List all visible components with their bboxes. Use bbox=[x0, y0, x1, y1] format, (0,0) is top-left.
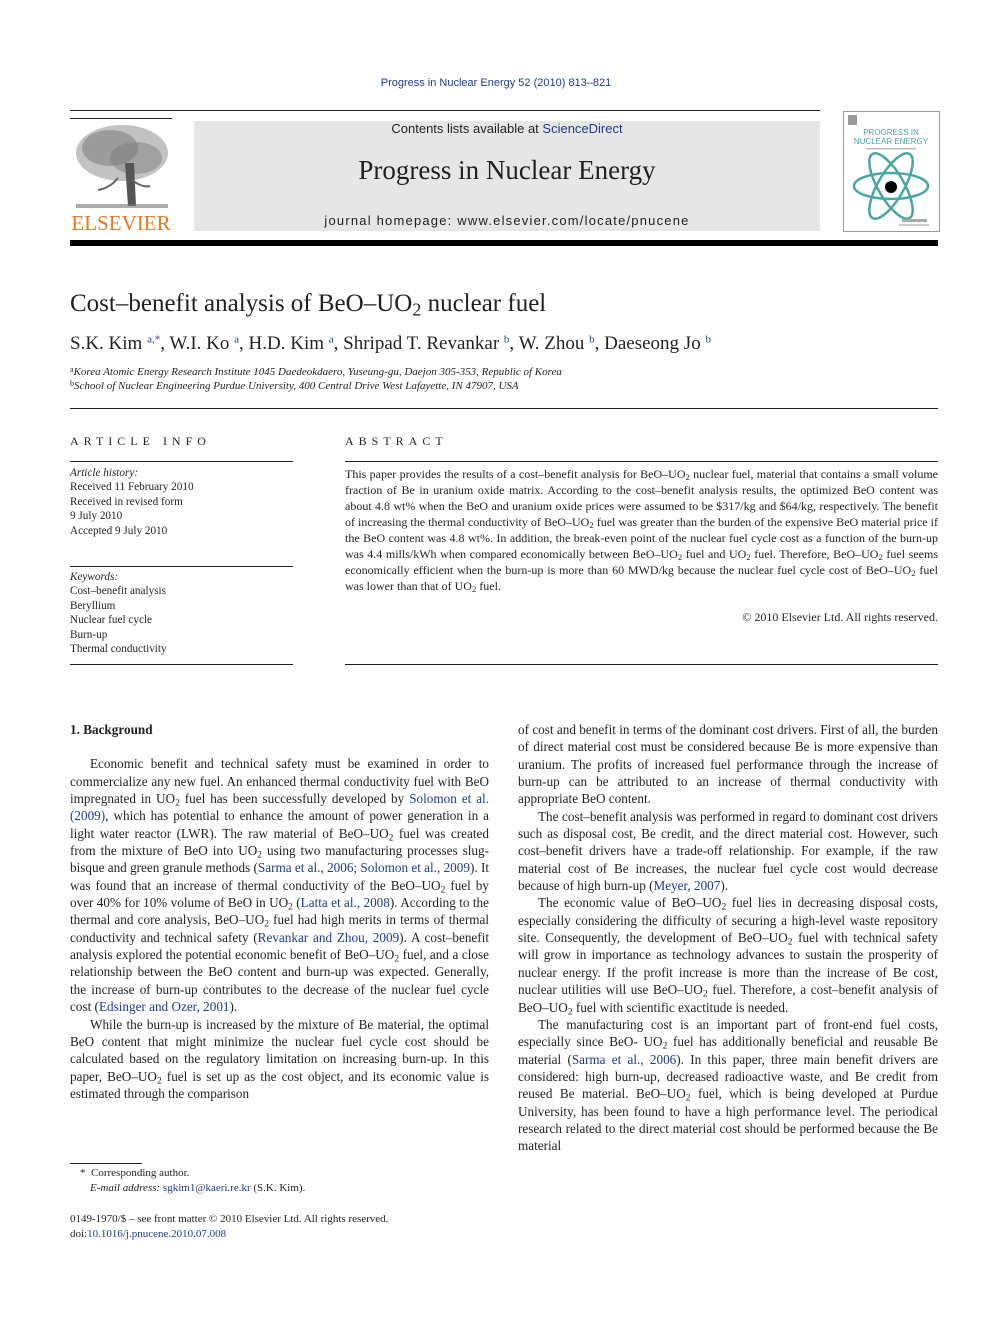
right-paragraphs: of cost and benefit in terms of the domi… bbox=[518, 721, 938, 1155]
doi-link[interactable]: 10.1016/j.pnucene.2010.07.008 bbox=[87, 1228, 226, 1240]
abstract-segment: This paper provides the results of a cos… bbox=[345, 467, 686, 481]
affiliation-b: bSchool of Nuclear Engineering Purdue Un… bbox=[70, 378, 519, 392]
paragraph: The manufacturing cost is an important p… bbox=[518, 1016, 938, 1155]
section-divider bbox=[70, 408, 938, 409]
citation-link[interactable]: Edsinger and Ozer, 2001 bbox=[99, 999, 230, 1014]
email-link[interactable]: sgkim1@kaeri.re.kr bbox=[163, 1182, 251, 1194]
text-run: of cost and benefit in terms of the domi… bbox=[518, 722, 938, 807]
divider bbox=[70, 664, 293, 665]
author: Shripad T. Revankar b, bbox=[343, 333, 519, 354]
elsevier-tree-icon: ELSEVIER bbox=[70, 118, 172, 235]
paragraph: The cost–benefit analysis was performed … bbox=[518, 808, 938, 895]
history-item: 9 July 2010 bbox=[70, 510, 123, 523]
history-item: Received 11 February 2010 bbox=[70, 481, 194, 494]
history-item: Received in revised form bbox=[70, 495, 183, 508]
doi-line: doi:10.1016/j.pnucene.2010.07.008 bbox=[70, 1227, 227, 1240]
footnote-rule bbox=[70, 1163, 142, 1164]
affiliation-link[interactable]: b bbox=[589, 333, 595, 345]
author: S.K. Kim a,*, bbox=[70, 333, 170, 354]
journal-cover-thumbnail[interactable]: PROGRESS IN NUCLEAR ENERGY bbox=[843, 111, 940, 232]
divider bbox=[70, 461, 293, 462]
article-info-heading: ARTICLE INFO bbox=[70, 434, 211, 448]
abstract-segment: fuel. bbox=[476, 579, 501, 593]
front-matter: 0149-1970/$ – see front matter © 2010 El… bbox=[70, 1212, 388, 1241]
affiliation-link[interactable]: a,* bbox=[147, 333, 160, 345]
body-column-right: of cost and benefit in terms of the domi… bbox=[518, 721, 938, 1155]
keyword: Cost–benefit analysis bbox=[70, 585, 167, 598]
keyword: Nuclear fuel cycle bbox=[70, 614, 152, 627]
keywords-label: Keywords: bbox=[70, 571, 119, 583]
contents-prefix: Contents lists available at bbox=[391, 121, 543, 136]
paragraph: of cost and benefit in terms of the domi… bbox=[518, 721, 938, 808]
keyword: Burn-up bbox=[70, 628, 108, 641]
abstract-text: This paper provides the results of a cos… bbox=[345, 466, 938, 594]
contents-line: Contents lists available at ScienceDirec… bbox=[194, 121, 820, 136]
citation-link[interactable]: Revankar and Zhou, 2009 bbox=[258, 930, 400, 945]
divider bbox=[345, 461, 938, 462]
author: H.D. Kim a, bbox=[248, 333, 344, 354]
atom-icon: PROGRESS IN NUCLEAR ENERGY bbox=[848, 115, 930, 226]
citation-link[interactable]: Meyer, 2007 bbox=[654, 878, 721, 893]
history-label: Article history: bbox=[70, 467, 139, 479]
affiliation-link[interactable]: b bbox=[705, 333, 711, 345]
corresponding-author-note: * Corresponding author. bbox=[80, 1167, 190, 1179]
article-history: Article history: Received 11 February 20… bbox=[70, 466, 293, 538]
text-run: The economic value of BeO–UO bbox=[538, 895, 722, 911]
left-paragraphs: Economic benefit and technical safety mu… bbox=[70, 755, 489, 1102]
abstract-segment: fuel. Therefore, BeO–UO bbox=[750, 547, 879, 561]
affiliation-a: aKorea Atomic Energy Research Institute … bbox=[70, 364, 562, 378]
paragraph: The economic value of BeO–UO2 fuel lies … bbox=[518, 894, 938, 1016]
issn-line: 0149-1970/$ – see front matter © 2010 El… bbox=[70, 1213, 389, 1225]
header-thick-rule bbox=[70, 240, 938, 246]
text-run: fuel has been successfully developed by bbox=[179, 791, 410, 807]
history-item: Accepted 9 July 2010 bbox=[70, 524, 168, 537]
keyword: Thermal conductivity bbox=[70, 643, 167, 656]
abstract-copyright: © 2010 Elsevier Ltd. All rights reserved… bbox=[742, 610, 938, 624]
author: Daeseong Jo b bbox=[604, 333, 711, 354]
elsevier-wordmark: ELSEVIER bbox=[71, 211, 170, 235]
text-run: ). bbox=[720, 878, 729, 894]
divider bbox=[70, 566, 293, 567]
header-rule bbox=[70, 110, 820, 111]
author-list: S.K. Kim a,*, W.I. Ko a, H.D. Kim a, Shr… bbox=[70, 333, 711, 355]
article-title: Cost–benefit analysis of BeO–UO2 nuclear… bbox=[70, 290, 547, 320]
sciencedirect-link[interactable]: ScienceDirect bbox=[542, 121, 622, 136]
journal-title: Progress in Nuclear Energy bbox=[358, 155, 656, 185]
citation-link[interactable]: Latta et al., 2008 bbox=[301, 895, 390, 910]
body-column-left: 1. Background Economic benefit and techn… bbox=[70, 721, 489, 1102]
affiliation-link[interactable]: a bbox=[329, 333, 334, 345]
keywords: Keywords: Cost–benefit analysis Berylliu… bbox=[70, 570, 293, 656]
author: W. Zhou b, bbox=[518, 333, 605, 354]
affiliation-link[interactable]: a bbox=[234, 333, 239, 345]
text-run: ( bbox=[292, 895, 301, 911]
section-heading: 1. Background bbox=[70, 722, 153, 737]
email-note: E-mail address: sgkim1@kaeri.re.kr (S.K.… bbox=[90, 1182, 306, 1194]
paragraph: While the burn-up is increased by the mi… bbox=[70, 1016, 489, 1103]
abstract-heading: ABSTRACT bbox=[345, 434, 448, 448]
paragraph: Economic benefit and technical safety mu… bbox=[70, 755, 489, 1015]
text-run: ). bbox=[229, 999, 238, 1015]
text-run: fuel with scientific exactitude is neede… bbox=[572, 999, 789, 1015]
elsevier-logo[interactable]: ELSEVIER bbox=[70, 118, 172, 236]
author: W.I. Ko a, bbox=[169, 333, 249, 354]
citation-link[interactable]: Sarma et al., 2006; Solomon et al., 2009 bbox=[258, 860, 470, 875]
journal-citation-link[interactable]: Progress in Nuclear Energy 52 (2010) 813… bbox=[0, 77, 992, 89]
journal-homepage-link[interactable]: journal homepage: www.elsevier.com/locat… bbox=[194, 213, 820, 228]
citation-link[interactable]: Sarma et al., 2006 bbox=[572, 1052, 676, 1067]
abstract-segment: fuel and UO bbox=[682, 547, 747, 561]
affiliation-link[interactable]: b bbox=[504, 333, 510, 345]
svg-text:NUCLEAR ENERGY: NUCLEAR ENERGY bbox=[854, 137, 929, 146]
keyword: Beryllium bbox=[70, 599, 116, 612]
divider bbox=[345, 664, 938, 665]
footnote: * Corresponding author. E-mail address: … bbox=[70, 1166, 305, 1196]
svg-text:PROGRESS IN: PROGRESS IN bbox=[863, 128, 919, 137]
